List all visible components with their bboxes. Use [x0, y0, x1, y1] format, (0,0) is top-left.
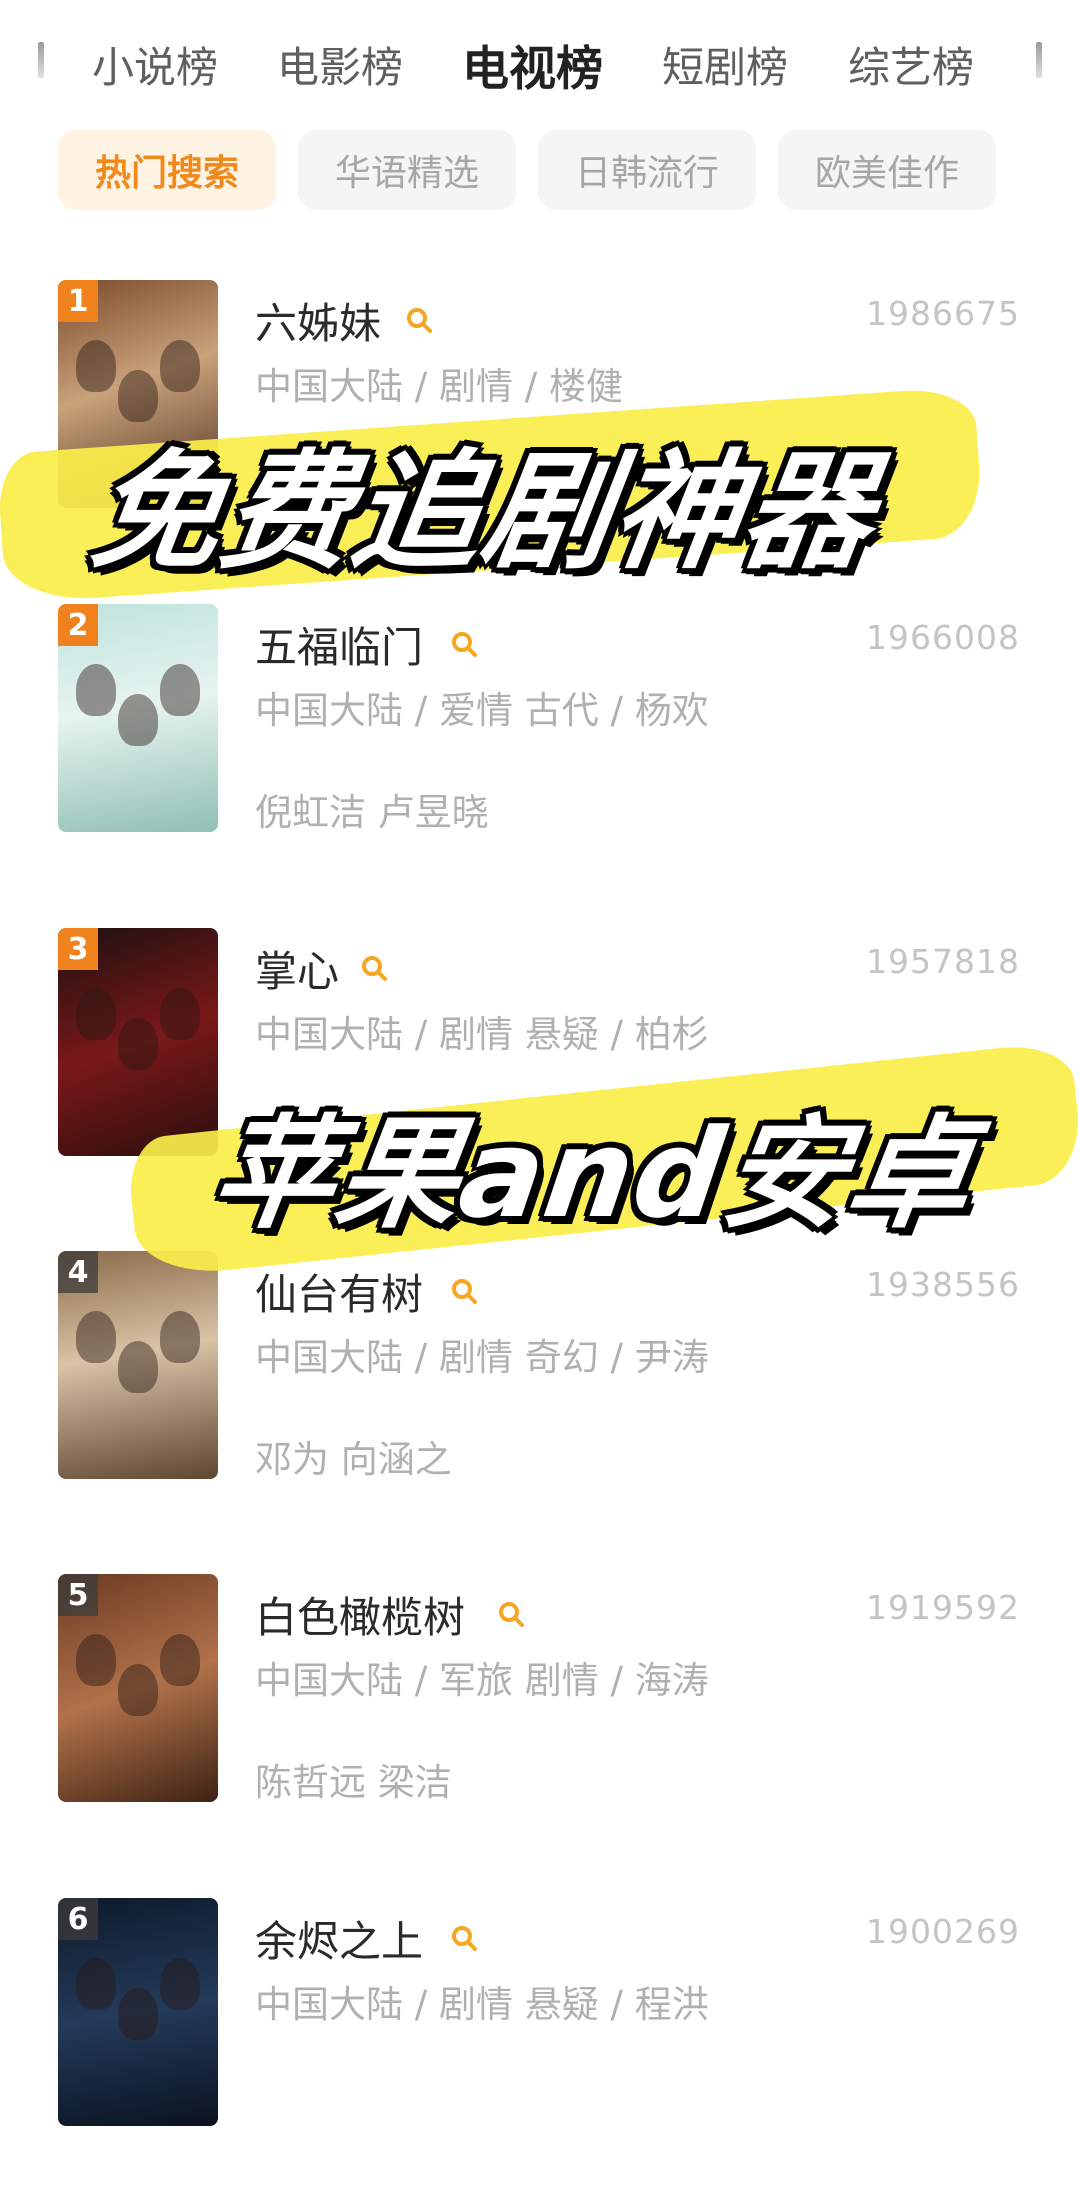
item-title[interactable]: 掌心: [255, 938, 339, 999]
chip-hot-search[interactable]: 热门搜索: [58, 130, 276, 210]
poster-figure: [118, 694, 158, 746]
rank-badge: 5: [58, 1574, 98, 1616]
poster-figure: [76, 340, 116, 392]
popularity-score: 1919592: [866, 1588, 1020, 1627]
poster-figure: [160, 1311, 200, 1363]
item-meta: 中国大陆 / 剧情 / 楼健: [255, 365, 623, 408]
poster-thumbnail[interactable]: 2: [58, 604, 218, 832]
poster-figure: [160, 988, 200, 1040]
poster-thumbnail[interactable]: 5: [58, 1574, 218, 1802]
rank-badge: 3: [58, 928, 98, 970]
rank-badge: 1: [58, 280, 98, 322]
search-icon[interactable]: [450, 1924, 478, 1952]
item-cast: 陈哲远 梁洁: [255, 1761, 452, 1804]
tab-movie[interactable]: 电影榜: [277, 34, 403, 95]
chip-chinese-picks[interactable]: 华语精选: [298, 130, 516, 210]
poster-figure: [76, 1958, 116, 2010]
poster-figure: [118, 1988, 158, 2040]
poster-figure: [160, 1634, 200, 1686]
promo-text-2: 苹果and安卓: [203, 1103, 983, 1245]
item-meta: 中国大陆 / 剧情 悬疑 / 柏杉: [255, 1013, 709, 1056]
poster-figure: [160, 664, 200, 716]
poster-figure: [76, 1634, 116, 1686]
ranking-row[interactable]: 4 仙台有树 1938556 中国大陆 / 剧情 奇幻 / 尹涛 邓为 向涵之: [0, 1251, 1080, 1551]
item-title[interactable]: 白色橄榄树: [255, 1584, 465, 1645]
chip-japan-korea[interactable]: 日韩流行: [538, 130, 756, 210]
ranking-row[interactable]: 5 白色橄榄树 1919592 中国大陆 / 军旅 剧情 / 海涛 陈哲远 梁洁: [0, 1574, 1080, 1874]
chip-western[interactable]: 欧美佳作: [778, 130, 996, 210]
search-icon[interactable]: [405, 306, 433, 334]
poster-thumbnail[interactable]: 4: [58, 1251, 218, 1479]
item-title[interactable]: 余烬之上: [255, 1908, 423, 1969]
poster-figure: [76, 664, 116, 716]
rank-badge: 4: [58, 1251, 98, 1293]
poster-thumbnail[interactable]: 3: [58, 928, 218, 1156]
rank-badge: 6: [58, 1898, 98, 1940]
item-title[interactable]: 六姊妹: [255, 290, 381, 351]
poster-figure: [76, 988, 116, 1040]
search-icon[interactable]: [360, 954, 388, 982]
tab-tv[interactable]: 电视榜: [462, 30, 603, 99]
poster-thumbnail[interactable]: 6: [58, 1898, 218, 2126]
popularity-score: 1900269: [866, 1912, 1020, 1951]
category-tab-bar: 小说榜 电影榜 电视榜 短剧榜 综艺榜: [0, 0, 1080, 120]
poster-figure: [160, 340, 200, 392]
promo-text-1: 免费追剧神器: [82, 438, 884, 587]
item-cast: 邓为 向涵之: [255, 1438, 452, 1481]
poster-figure: [118, 1018, 158, 1070]
popularity-score: 1966008: [866, 618, 1020, 657]
item-meta: 中国大陆 / 爱情 古代 / 杨欢: [255, 689, 709, 732]
poster-figure: [118, 1664, 158, 1716]
search-icon[interactable]: [450, 1277, 478, 1305]
poster-figure: [160, 1958, 200, 2010]
popularity-score: 1986675: [866, 294, 1020, 333]
tab-short-drama[interactable]: 短剧榜: [662, 34, 788, 95]
item-cast: 倪虹洁 卢昱晓: [255, 791, 489, 834]
search-icon[interactable]: [497, 1600, 525, 1628]
item-title[interactable]: 五福临门: [255, 614, 423, 675]
search-icon[interactable]: [450, 630, 478, 658]
tab-novel[interactable]: 小说榜: [92, 34, 218, 95]
scroll-edge-left: [38, 42, 44, 78]
ranking-row[interactable]: 2 五福临门 1966008 中国大陆 / 爱情 古代 / 杨欢 倪虹洁 卢昱晓: [0, 604, 1080, 904]
tab-variety[interactable]: 综艺榜: [848, 34, 974, 95]
poster-figure: [118, 1341, 158, 1393]
item-meta: 中国大陆 / 剧情 奇幻 / 尹涛: [255, 1336, 709, 1379]
poster-figure: [76, 1311, 116, 1363]
scroll-edge-right: [1036, 42, 1042, 78]
item-meta: 中国大陆 / 剧情 悬疑 / 程洪: [255, 1983, 709, 2026]
popularity-score: 1957818: [866, 942, 1020, 981]
rank-badge: 2: [58, 604, 98, 646]
ranking-row[interactable]: 6 余烬之上 1900269 中国大陆 / 剧情 悬疑 / 程洪: [0, 1898, 1080, 2198]
popularity-score: 1938556: [866, 1265, 1020, 1304]
item-meta: 中国大陆 / 军旅 剧情 / 海涛: [255, 1659, 709, 1702]
item-title[interactable]: 仙台有树: [255, 1261, 423, 1322]
